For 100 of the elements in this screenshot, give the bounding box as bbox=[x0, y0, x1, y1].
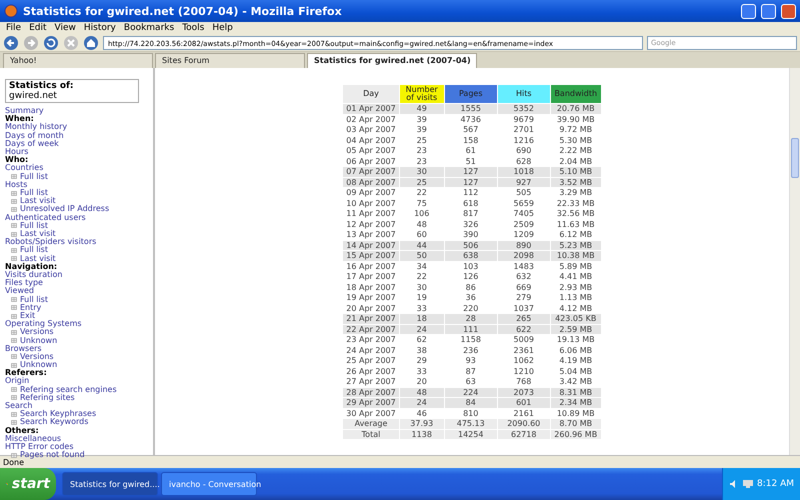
vertical-scrollbar[interactable] bbox=[789, 68, 800, 455]
table-cell: 62718 bbox=[498, 430, 550, 439]
grid-icon bbox=[11, 387, 17, 392]
close-button[interactable] bbox=[781, 4, 796, 18]
table-cell: 2098 bbox=[498, 251, 550, 260]
nav-link[interactable]: Summary bbox=[5, 107, 44, 116]
nav-link[interactable]: Monthly history bbox=[5, 123, 68, 132]
minimize-button[interactable] bbox=[741, 4, 756, 18]
section-heading: Who: bbox=[5, 156, 28, 164]
grid-icon bbox=[11, 206, 17, 212]
nav-sublink[interactable]: Last visit bbox=[20, 230, 56, 238]
nav-sublink[interactable]: Versions bbox=[20, 328, 54, 337]
grid-icon bbox=[11, 412, 17, 417]
table-cell: 5.10 MB bbox=[550, 167, 601, 176]
reload-icon[interactable] bbox=[43, 34, 59, 50]
day-cell: 22 Apr 2007 bbox=[343, 324, 399, 334]
menu-item[interactable]: Bookmarks bbox=[120, 22, 178, 34]
home-icon[interactable] bbox=[83, 34, 99, 50]
nav-link[interactable]: Hosts bbox=[5, 180, 28, 190]
table-cell: 8.31 MB bbox=[550, 388, 601, 397]
nav-sublink[interactable]: Versions bbox=[20, 352, 54, 362]
day-cell: 08 Apr 2007 bbox=[343, 178, 399, 187]
menu-item[interactable]: File bbox=[2, 22, 26, 34]
nav-sublink[interactable]: Search Keywords bbox=[20, 418, 88, 427]
nav-link[interactable]: Days of week bbox=[5, 140, 59, 148]
menu-item[interactable]: View bbox=[50, 22, 80, 34]
column-header: Hits bbox=[498, 85, 550, 103]
day-cell: 21 Apr 2007 bbox=[343, 314, 399, 324]
back-icon[interactable] bbox=[3, 34, 19, 50]
menu-item[interactable]: History bbox=[80, 22, 120, 34]
day-cell: 01 Apr 2007 bbox=[343, 104, 399, 114]
site-name: gwired.net bbox=[9, 91, 58, 101]
nav-link[interactable]: Authenticated users bbox=[5, 214, 86, 222]
table-cell: 50 bbox=[400, 251, 444, 260]
table-cell: 28 bbox=[444, 314, 497, 324]
nav-link[interactable]: Operating Systems bbox=[5, 320, 82, 328]
nav-sublink[interactable]: Exit bbox=[20, 312, 36, 320]
table-cell: 127 bbox=[444, 178, 497, 187]
nav-link[interactable]: Files type bbox=[5, 279, 43, 288]
day-cell: 15 Apr 2007 bbox=[343, 251, 399, 260]
nav-sublink[interactable]: Unresolved IP Address bbox=[20, 205, 110, 214]
grid-icon bbox=[11, 297, 17, 302]
nav-sublink[interactable]: Unknown bbox=[20, 361, 58, 370]
nav-link[interactable]: Viewed bbox=[5, 287, 34, 296]
browser-tab[interactable]: Statistics for gwired.net (2007-04) bbox=[307, 53, 477, 68]
grid-icon bbox=[11, 232, 17, 237]
nav-sublink[interactable]: Last visit bbox=[20, 197, 56, 206]
maximize-button[interactable] bbox=[761, 4, 776, 18]
table-cell: 30 bbox=[400, 167, 444, 176]
nav-sublink[interactable]: Full list bbox=[20, 222, 48, 230]
nav-link[interactable]: Visits duration bbox=[5, 270, 62, 280]
window-title: Statistics for gwired.net (2007-04) - Mozilla Firefox bbox=[23, 4, 343, 18]
table-cell: 3.52 MB bbox=[550, 178, 601, 187]
firefox-icon bbox=[4, 4, 18, 18]
nav-sublink[interactable]: Refering search engines bbox=[20, 386, 117, 394]
table-cell: 265 bbox=[498, 314, 550, 324]
scrollbar-thumb[interactable] bbox=[791, 138, 799, 178]
nav-sublink[interactable]: Pages not found bbox=[20, 451, 85, 460]
browser-tab[interactable]: Yahoo! bbox=[3, 53, 153, 68]
day-cell: 07 Apr 2007 bbox=[343, 167, 399, 176]
table-cell: 506 bbox=[444, 240, 497, 250]
nav-link[interactable]: Robots/Spiders visitors bbox=[5, 238, 96, 246]
nav-sublink[interactable]: Search Keyphrases bbox=[20, 410, 96, 418]
grid-icon bbox=[11, 248, 17, 253]
table-cell: 111 bbox=[444, 324, 497, 334]
summary-label: Average bbox=[343, 419, 399, 428]
status-text: Done bbox=[3, 458, 24, 466]
nav-link[interactable]: HTTP Error codes bbox=[5, 443, 74, 452]
nav-link[interactable]: Browsers bbox=[5, 344, 42, 353]
nav-link[interactable]: Origin bbox=[5, 377, 30, 386]
nav-link[interactable]: Countries bbox=[5, 164, 44, 173]
nav-sublink[interactable]: Full list bbox=[20, 189, 48, 198]
nav-sublink[interactable]: Unknown bbox=[20, 336, 58, 345]
nav-sublink[interactable]: Refering sites bbox=[20, 394, 75, 402]
nav-sublink[interactable]: Full list bbox=[20, 246, 48, 255]
grid-icon bbox=[11, 198, 17, 204]
menu-item[interactable]: Tools bbox=[178, 22, 208, 34]
table-cell: 2090.60 bbox=[498, 419, 550, 428]
nav-link[interactable]: Search bbox=[5, 402, 32, 410]
grid-icon bbox=[11, 338, 17, 344]
taskbar-button[interactable]: Statistics for gwired.... bbox=[62, 472, 158, 496]
section-heading: Others: bbox=[5, 426, 39, 435]
table-cell: 5352 bbox=[498, 104, 550, 114]
grid-icon bbox=[11, 305, 17, 310]
nav-link[interactable]: Days of month bbox=[5, 132, 64, 140]
table-cell: 127 bbox=[444, 167, 497, 176]
nav-sublink[interactable]: Full list bbox=[20, 172, 48, 181]
nav-sublink[interactable]: Last visit bbox=[20, 254, 56, 263]
menu-item[interactable]: Help bbox=[208, 22, 237, 34]
grid-icon bbox=[11, 314, 17, 319]
nav-link[interactable]: Hours bbox=[5, 148, 28, 156]
nav-sublink[interactable]: Full list bbox=[20, 296, 48, 304]
table-cell: 1138 bbox=[400, 430, 444, 439]
nav-link[interactable]: Miscellaneous bbox=[5, 434, 62, 444]
nav-sublink[interactable]: Entry bbox=[20, 304, 42, 312]
menu-item[interactable]: Edit bbox=[25, 22, 50, 34]
browser-tab[interactable]: Sites Forum bbox=[155, 53, 305, 68]
table-cell: 475.13 bbox=[444, 419, 497, 428]
grid-icon bbox=[11, 330, 17, 335]
column-header: Pages bbox=[444, 85, 497, 103]
